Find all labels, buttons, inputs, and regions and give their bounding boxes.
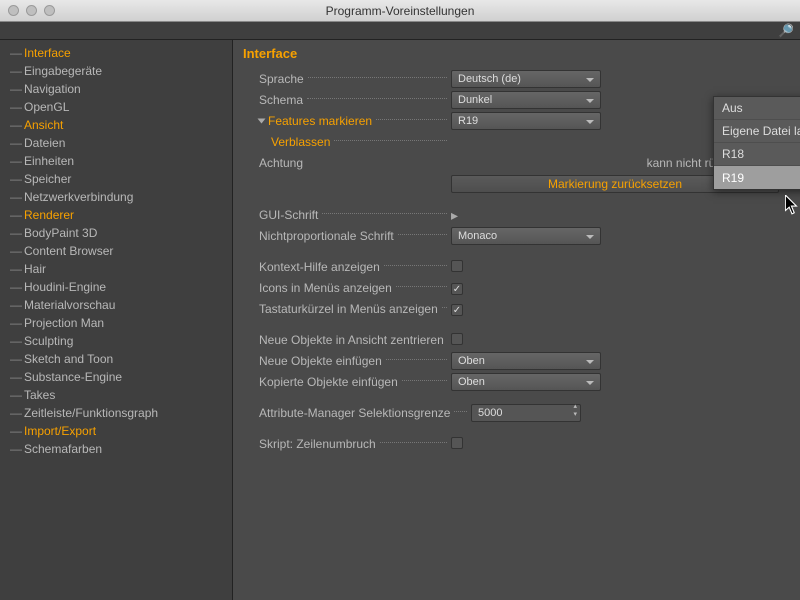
neue-zentrieren-label: Neue Objekte in Ansicht zentrieren: [259, 333, 444, 347]
kontext-hilfe-checkbox[interactable]: [451, 260, 463, 272]
sidebar-item-7[interactable]: —Speicher: [0, 170, 232, 188]
sidebar-item-10[interactable]: —BodyPaint 3D: [0, 224, 232, 242]
main-panel: Interface Sprache Deutsch (de) Schema Du…: [233, 40, 800, 600]
kontext-hilfe-label: Kontext-Hilfe anzeigen: [259, 260, 380, 274]
attr-manager-label: Attribute-Manager Selektionsgrenze: [259, 406, 450, 420]
neue-einfuegen-select[interactable]: Oben: [451, 352, 601, 370]
sidebar-item-20[interactable]: —Zeitleiste/Funktionsgraph: [0, 404, 232, 422]
gui-schrift-label: GUI-Schrift: [259, 208, 318, 222]
attr-manager-field[interactable]: 5000: [471, 404, 581, 422]
sidebar-item-17[interactable]: —Sketch and Toon: [0, 350, 232, 368]
sidebar-item-13[interactable]: —Houdini-Engine: [0, 278, 232, 296]
titlebar: Programm-Voreinstellungen: [0, 0, 800, 22]
features-select[interactable]: R19: [451, 112, 601, 130]
sidebar-item-16[interactable]: —Sculpting: [0, 332, 232, 350]
kopierte-einfuegen-label: Kopierte Objekte einfügen: [259, 375, 398, 389]
panel-title: Interface: [243, 46, 790, 61]
dropdown-item-1[interactable]: Eigene Datei laden...: [714, 120, 800, 143]
sidebar-item-14[interactable]: —Materialvorschau: [0, 296, 232, 314]
sidebar-item-1[interactable]: —Eingabegeräte: [0, 62, 232, 80]
dropdown-item-0[interactable]: Aus: [714, 97, 800, 120]
skript-checkbox[interactable]: [451, 437, 463, 449]
sidebar-item-21[interactable]: —Import/Export: [0, 422, 232, 440]
schema-select[interactable]: Dunkel: [451, 91, 601, 109]
sidebar-item-18[interactable]: —Substance-Engine: [0, 368, 232, 386]
traffic-lights: [8, 5, 55, 16]
sidebar-item-4[interactable]: —Ansicht: [0, 116, 232, 134]
sidebar-item-8[interactable]: —Netzwerkverbindung: [0, 188, 232, 206]
toolbar: 🔍: [0, 22, 800, 40]
disclosure-icon[interactable]: [258, 119, 266, 124]
verblassen-label: Verblassen: [271, 135, 330, 149]
sidebar-item-22[interactable]: —Schemafarben: [0, 440, 232, 458]
mono-schrift-label: Nichtproportionale Schrift: [259, 229, 394, 243]
zoom-dot[interactable]: [44, 5, 55, 16]
sprache-select[interactable]: Deutsch (de): [451, 70, 601, 88]
tastatur-label: Tastaturkürzel in Menüs anzeigen: [259, 302, 438, 316]
sidebar-item-15[interactable]: —Projection Man: [0, 314, 232, 332]
neue-zentrieren-checkbox[interactable]: [451, 333, 463, 345]
dropdown-item-3[interactable]: R19: [714, 166, 800, 189]
sidebar-item-5[interactable]: —Dateien: [0, 134, 232, 152]
dropdown-item-2[interactable]: R18: [714, 143, 800, 166]
sidebar-item-12[interactable]: —Hair: [0, 260, 232, 278]
neue-einfuegen-label: Neue Objekte einfügen: [259, 354, 382, 368]
chevron-right-icon[interactable]: ▸: [451, 207, 458, 223]
sidebar-item-11[interactable]: —Content Browser: [0, 242, 232, 260]
close-dot[interactable]: [8, 5, 19, 16]
icons-menus-checkbox[interactable]: ✓: [451, 283, 463, 295]
features-dropdown-menu: AusEigene Datei laden...R18R19: [713, 96, 800, 190]
kopierte-einfuegen-select[interactable]: Oben: [451, 373, 601, 391]
minimize-dot[interactable]: [26, 5, 37, 16]
sidebar-item-6[interactable]: —Einheiten: [0, 152, 232, 170]
sidebar-item-3[interactable]: —OpenGL: [0, 98, 232, 116]
sidebar: —Interface—Eingabegeräte—Navigation—Open…: [0, 40, 233, 600]
tastatur-checkbox[interactable]: ✓: [451, 304, 463, 316]
sprache-label: Sprache: [259, 72, 304, 86]
search-icon[interactable]: 🔍: [778, 23, 794, 39]
achtung-label: Achtung: [259, 156, 303, 170]
sidebar-item-2[interactable]: —Navigation: [0, 80, 232, 98]
sidebar-item-0[interactable]: —Interface: [0, 44, 232, 62]
features-label: Features markieren: [268, 114, 372, 128]
sidebar-item-19[interactable]: —Takes: [0, 386, 232, 404]
skript-label: Skript: Zeilenumbruch: [259, 437, 376, 451]
mono-schrift-select[interactable]: Monaco: [451, 227, 601, 245]
sidebar-item-9[interactable]: —Renderer: [0, 206, 232, 224]
window-title: Programm-Voreinstellungen: [326, 4, 475, 18]
schema-label: Schema: [259, 93, 303, 107]
icons-menus-label: Icons in Menüs anzeigen: [259, 281, 392, 295]
